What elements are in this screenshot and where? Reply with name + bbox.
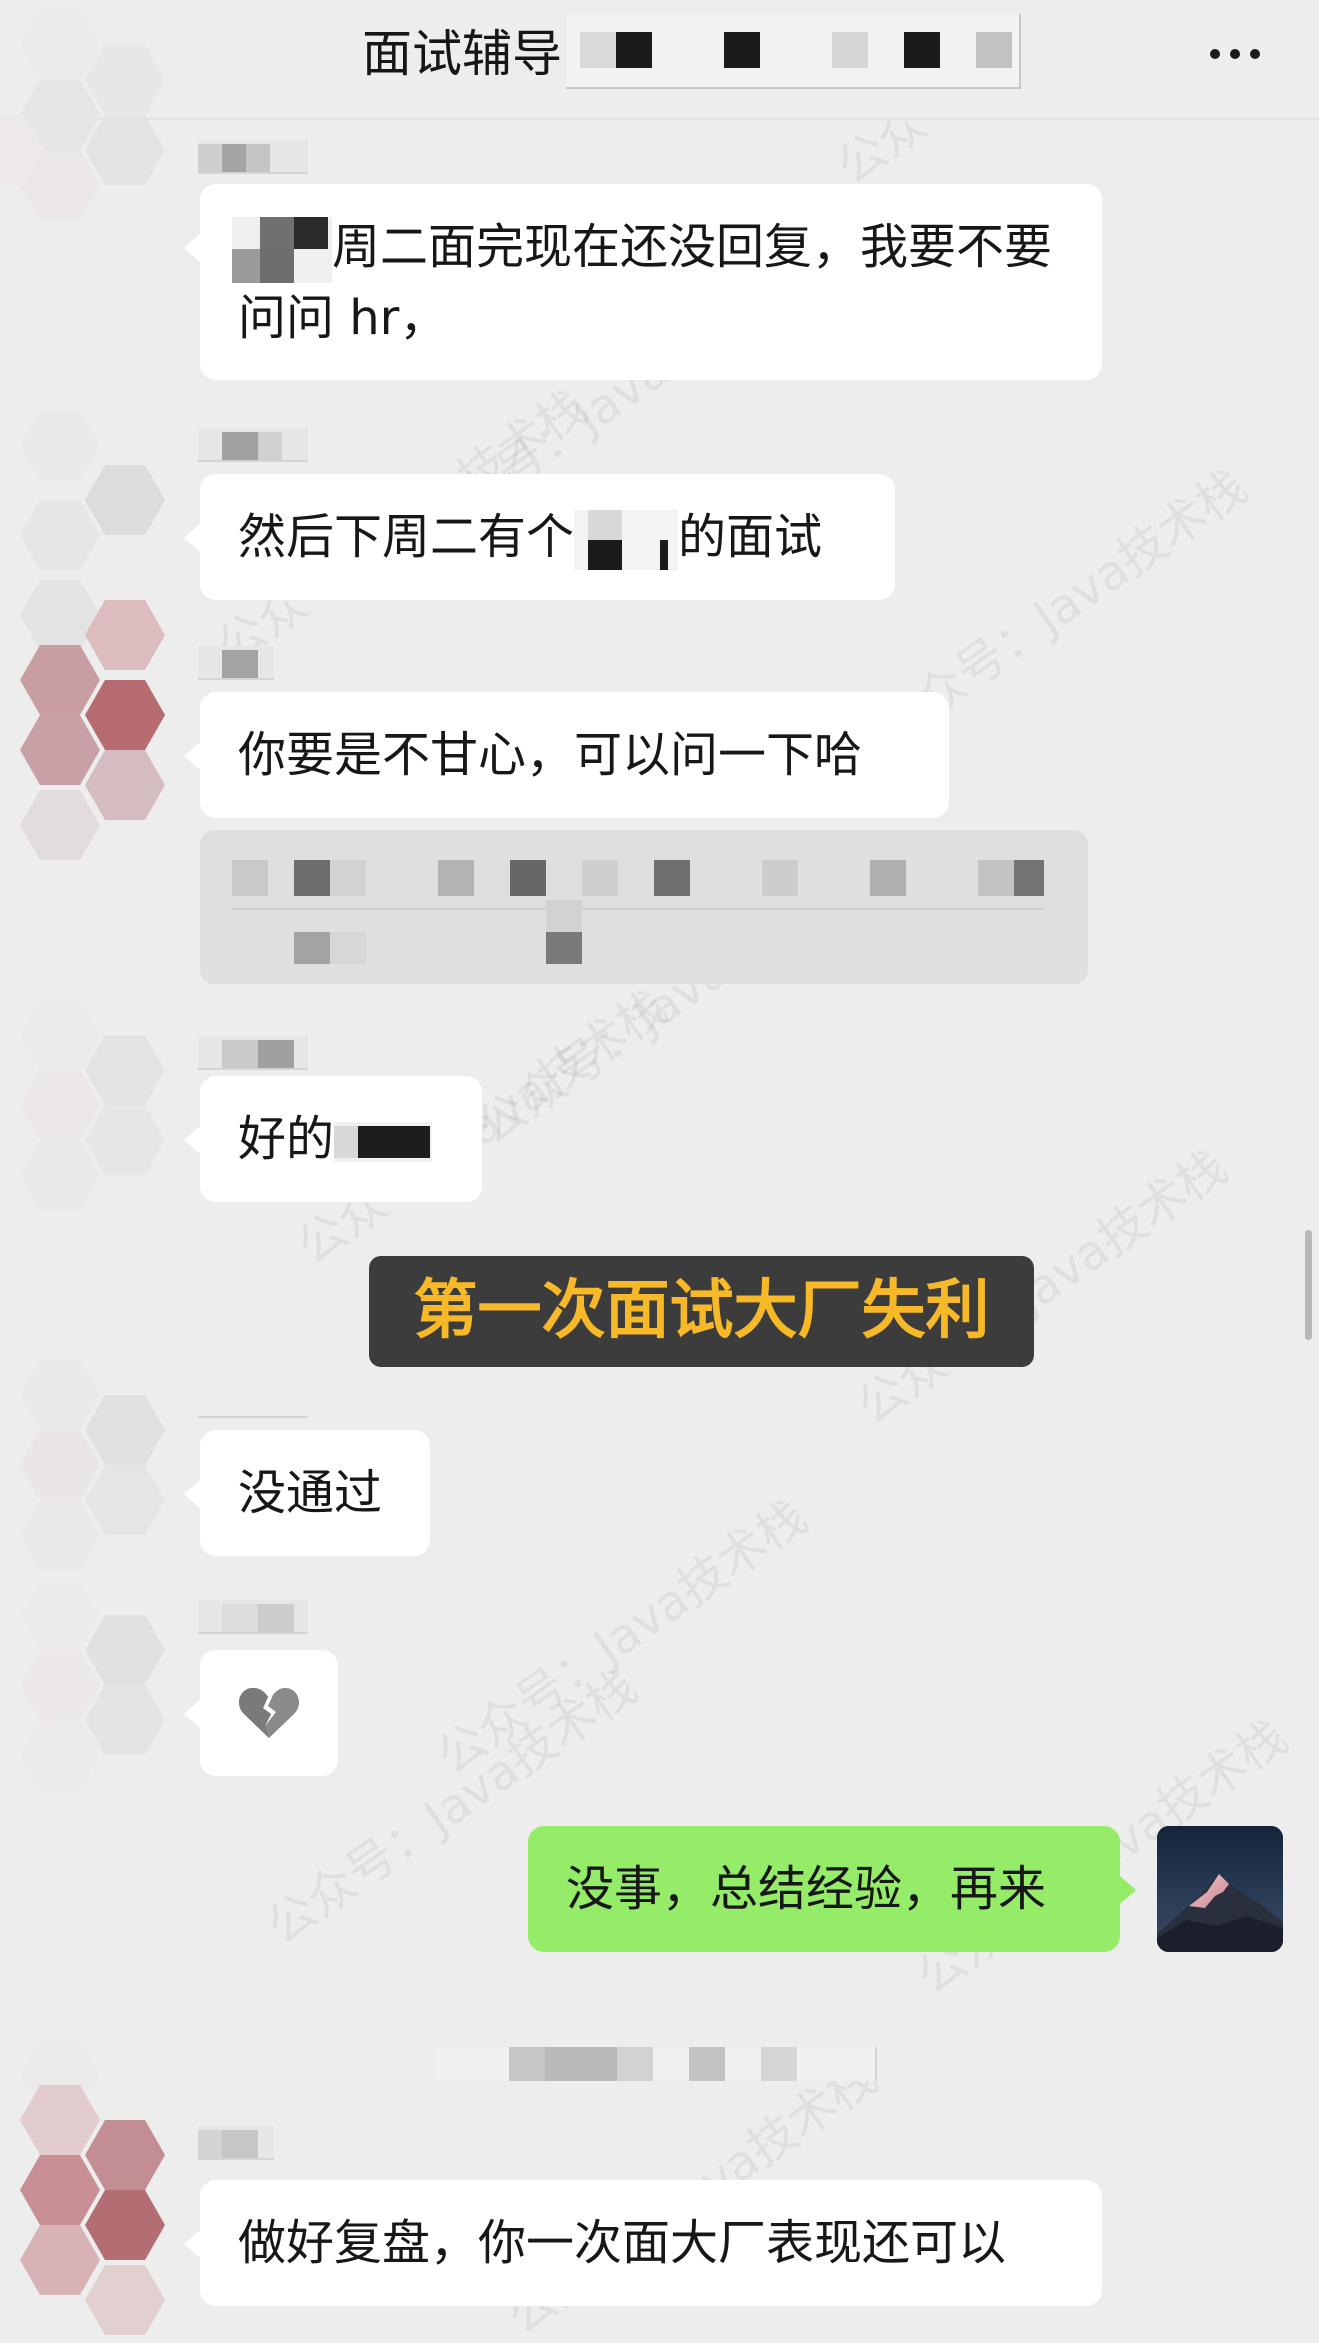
timestamp-redacted	[437, 2047, 877, 2081]
message-text: 做好复盘，你一次面大厂表现还可以	[238, 2215, 1007, 2271]
message-text: 然后下周二有个	[238, 509, 575, 565]
my-avatar[interactable]	[1157, 1826, 1283, 1952]
message-bubble[interactable]: 好的	[184, 1076, 482, 1202]
avatar[interactable]	[0, 10, 190, 270]
video-caption: 第一次面试大厂失利	[369, 1256, 1034, 1367]
chat-title: 面试辅导	[362, 25, 562, 83]
avatar[interactable]	[0, 2040, 190, 2335]
sender-name-redacted	[198, 646, 274, 680]
message-bubble-me[interactable]: 没事，总结经验，再来	[528, 1826, 1136, 1952]
message-bubble[interactable]: 你要是不甘心，可以问一下哈	[184, 692, 949, 818]
avatar[interactable]	[0, 1580, 190, 1840]
text-redaction	[574, 510, 679, 570]
sender-name-redacted	[198, 1600, 308, 1634]
scrollbar-thumb[interactable]	[1305, 1230, 1312, 1340]
sender-name-redacted	[198, 428, 308, 462]
avatar[interactable]	[0, 600, 190, 860]
message-text: 好的	[238, 1111, 335, 1167]
message-bubble[interactable]: 周二面完现在还没回复，我要不要问问 hr，	[184, 184, 1102, 380]
watermark: 公众号：Java技术栈	[426, 1488, 818, 1786]
sender-name-redacted	[198, 1384, 308, 1418]
text-redaction	[232, 217, 332, 283]
message-text: 没事，总结经验，再来	[566, 1861, 1047, 1917]
mountain-avatar-icon	[1157, 1826, 1283, 1952]
message-bubble[interactable]: 然后下周二有个 的面试	[184, 474, 895, 600]
message-bubble[interactable]: 没通过	[184, 1430, 430, 1556]
sender-name-redacted	[198, 2126, 274, 2160]
more-dots-icon[interactable]	[1195, 34, 1275, 74]
avatar[interactable]	[0, 1000, 190, 1260]
message-text: 没通过	[238, 1465, 383, 1521]
chat-header: 面试辅导	[0, 0, 1319, 120]
broken-heart-icon	[238, 1688, 300, 1738]
message-bubble[interactable]: 做好复盘，你一次面大厂表现还可以	[184, 2180, 1102, 2306]
sender-name-redacted	[198, 1036, 308, 1070]
sender-name-redacted	[198, 140, 308, 174]
message-text: 周二面完现在还没回复，我要不要问问 hr，	[238, 219, 1053, 346]
text-redaction	[334, 1122, 433, 1162]
message-text: 的面试	[678, 509, 823, 565]
message-text: 你要是不甘心，可以问一下哈	[238, 727, 863, 783]
title-redaction	[566, 14, 1021, 89]
quoted-message-redacted[interactable]	[200, 830, 1088, 984]
